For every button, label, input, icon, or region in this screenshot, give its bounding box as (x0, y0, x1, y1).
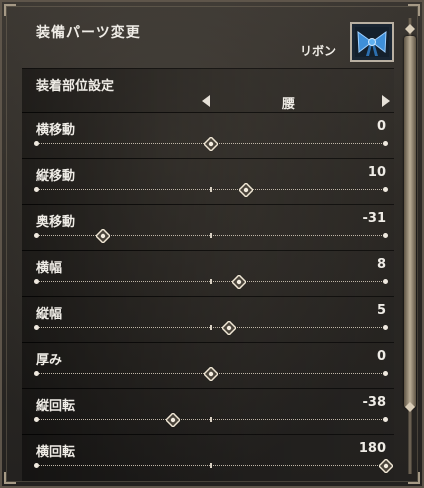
slider-max-dot (383, 141, 388, 146)
slider-min-dot (34, 463, 39, 468)
slider-label: 横幅 (36, 261, 63, 276)
panel-header: 装備パーツ変更 リボン (22, 18, 394, 68)
slider-row: 縦幅 5 (22, 296, 394, 343)
slider-max-dot (383, 233, 388, 238)
slider-center-tick (210, 463, 212, 468)
slider-value: 0 (376, 349, 386, 364)
slider-center-tick (210, 417, 212, 422)
slider-row: 縦回転 -38 (22, 388, 394, 435)
slider-label: 縦回転 (36, 399, 76, 414)
slider-max-dot (383, 187, 388, 192)
slider-min-dot (34, 325, 39, 330)
slider-thumb[interactable] (204, 137, 218, 151)
slider-label: 奥移動 (36, 215, 76, 230)
slider-thumb[interactable] (221, 321, 236, 335)
arrow-right-icon[interactable] (382, 95, 390, 107)
slider-label: 横移動 (36, 123, 76, 138)
scroll-cap-icon (405, 402, 415, 412)
slider-min-dot (34, 371, 39, 376)
slider-thumb[interactable] (95, 229, 110, 243)
slider-label: 横回転 (36, 445, 76, 460)
slider-track[interactable] (34, 459, 393, 473)
scrollbar-thumb[interactable] (404, 36, 416, 408)
slider-row: 横回転 180 (22, 434, 394, 481)
slider-value: 5 (376, 303, 386, 318)
equipped-item-name: リボン (299, 44, 336, 58)
placement-selector[interactable]: 腰 (200, 93, 392, 112)
item-thumbnail[interactable] (350, 22, 394, 62)
slider-track[interactable] (34, 321, 388, 335)
arrow-left-icon[interactable] (202, 95, 210, 107)
slider-center-tick (210, 187, 212, 192)
frame-corner-ornament (4, 472, 16, 484)
slider-label: 縦幅 (36, 307, 63, 322)
slider-min-dot (34, 417, 39, 422)
slider-label: 厚み (36, 353, 63, 368)
slider-max-dot (383, 371, 388, 376)
slider-max-dot (383, 279, 388, 284)
slider-center-tick (210, 233, 212, 238)
edit-panel: 装備パーツ変更 リボン 装着部位設定 腰 横移動 0 縦移動 10 奥移動 -31 横幅 8 縦… (0, 0, 424, 488)
slider-thumb[interactable] (232, 275, 246, 289)
scrollbar[interactable] (404, 18, 416, 474)
slider-row: 縦移動 10 (22, 158, 394, 205)
placement-section: 装着部位設定 腰 (22, 68, 394, 113)
slider-value: 10 (367, 165, 386, 180)
frame-corner-ornament (408, 4, 420, 16)
scroll-cap-icon (405, 24, 415, 34)
slider-value: 0 (376, 119, 386, 134)
slider-max-dot (383, 417, 388, 422)
slider-track[interactable] (34, 137, 388, 151)
slider-value: -31 (362, 211, 387, 226)
slider-center-tick (210, 325, 212, 330)
slider-value: 180 (358, 441, 386, 456)
slider-thumb[interactable] (165, 413, 180, 427)
placement-value: 腰 (282, 97, 296, 112)
ribbon-icon (355, 27, 389, 57)
placement-label: 装着部位設定 (36, 79, 115, 94)
slider-center-tick (210, 279, 212, 284)
slider-track[interactable] (34, 229, 388, 243)
slider-row: 奥移動 -31 (22, 204, 394, 251)
slider-value: -38 (362, 395, 387, 410)
slider-track[interactable] (34, 367, 388, 381)
panel-title: 装備パーツ変更 (36, 25, 141, 41)
slider-thumb[interactable] (379, 459, 393, 473)
slider-value: 8 (376, 257, 386, 272)
slider-track[interactable] (34, 183, 388, 197)
slider-min-dot (34, 233, 39, 238)
slider-max-dot (383, 325, 388, 330)
slider-min-dot (34, 279, 39, 284)
slider-min-dot (34, 187, 39, 192)
frame-corner-ornament (4, 4, 16, 16)
slider-row: 厚み 0 (22, 342, 394, 389)
slider-thumb[interactable] (239, 183, 253, 197)
slider-label: 縦移動 (36, 169, 76, 184)
slider-thumb[interactable] (204, 367, 218, 381)
slider-track[interactable] (34, 275, 388, 289)
slider-row: 横移動 0 (22, 112, 394, 159)
slider-min-dot (34, 141, 39, 146)
slider-track[interactable] (34, 413, 388, 427)
slider-row: 横幅 8 (22, 250, 394, 297)
